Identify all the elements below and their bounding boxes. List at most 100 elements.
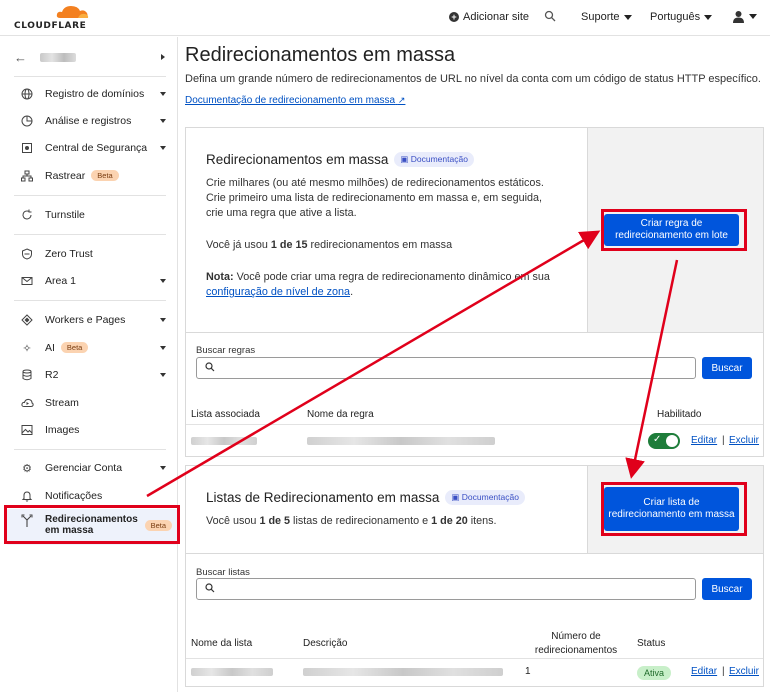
delete-list-link[interactable]: Excluir [729,666,759,677]
note-label: Nota: [206,271,234,283]
sitemap-icon [20,169,34,183]
chevron-down-icon [623,14,632,20]
check-icon: ✓ [653,434,662,445]
lists-doc-badge[interactable]: ▣ Documentação [445,490,525,505]
sidebar-item-area1[interactable]: Area 1 [0,268,178,294]
usage-prefix: Você usou [206,515,260,527]
refresh-icon [20,208,34,222]
page-title: Redirecionamentos em massa [185,44,456,66]
doc-badge-text: Documentação [410,154,468,164]
rules-heading-text: Redirecionamentos em massa [206,152,389,167]
divider [14,234,166,235]
rules-search-input[interactable] [196,357,696,379]
user-icon [733,11,744,23]
rules-note: Nota: Você pode criar uma regra de redir… [206,270,566,300]
language-label: Português [650,11,701,23]
search-button[interactable] [544,10,556,22]
page-description: Defina um grande número de redirecioname… [185,73,761,85]
zone-config-link[interactable]: configuração de nível de zona [206,286,350,298]
chevron-down-icon [160,119,166,123]
table-divider [186,424,763,425]
search-icon [205,583,215,596]
add-site-button[interactable]: + Adicionar site [449,11,529,23]
redirect-rules-card: Redirecionamentos em massa ▣ Documentação… [185,127,764,457]
cloud-stream-icon [20,396,34,410]
redirect-count-value: 1 [525,666,531,677]
globe-icon [20,87,34,101]
user-menu[interactable] [732,10,757,23]
usage-suffix: itens. [467,515,497,527]
divider [14,300,166,301]
cloudflare-logo[interactable]: CLOUDFLARE [14,5,94,31]
edit-list-link[interactable]: Editar [691,666,717,677]
sidebar-item-security-center[interactable]: Central de Segurança [0,135,178,161]
sidebar-item-text: Rastrear [45,170,86,182]
sidebar-item-domain-registration[interactable]: Registro de domínios [0,81,178,107]
items-usage-count: 1 de 20 [431,515,468,527]
chevron-down-icon [160,346,166,350]
rule-enabled-toggle[interactable]: ✓ [648,433,680,449]
column-header-enabled: Habilitado [657,409,702,420]
database-icon [20,368,34,382]
rules-doc-badge[interactable]: ▣ Documentação [394,152,474,167]
lists-search-button[interactable]: Buscar [702,578,752,600]
rules-card-heading: Redirecionamentos em massa ▣ Documentação [206,152,474,167]
rules-search-button[interactable]: Buscar [702,357,752,379]
zero-trust-icon [20,247,34,261]
lists-search-input[interactable] [196,578,696,600]
sidebar-item-label: R2 [45,369,59,381]
sidebar-item-trace[interactable]: Rastrear Beta [0,163,178,189]
usage-count: 1 de 15 [270,239,308,251]
usage-mid: listas de redirecionamento e [290,515,432,527]
lists-heading-text: Listas de Redirecionamento em massa [206,490,440,505]
chevron-down-icon [704,14,713,20]
sidebar-item-ai[interactable]: ✧ AI Beta [0,335,178,361]
list-description-redacted [303,668,503,676]
chevron-down-icon [160,146,166,150]
edit-rule-link[interactable]: Editar [691,435,717,446]
account-selector[interactable]: ← [0,48,178,68]
sidebar-item-label: Registro de domínios [45,88,145,100]
sidebar-item-r2[interactable]: R2 [0,362,178,388]
support-label: Suporte [581,11,620,23]
support-menu[interactable]: Suporte [581,11,632,23]
table-divider [186,658,763,659]
account-name-redacted [40,53,76,62]
associated-list-redacted [191,437,257,445]
sidebar-item-analytics[interactable]: Análise e registros [0,108,178,134]
beta-badge: Beta [91,170,119,181]
divider [14,195,166,196]
sidebar-item-label: Rastrear Beta [45,170,119,182]
chevron-right-icon [161,54,165,60]
sidebar-item-label: Stream [45,397,79,409]
column-header-status: Status [637,638,666,649]
chevron-down-icon [160,373,166,377]
sidebar-item-stream[interactable]: Stream [0,390,178,416]
lists-search-label: Buscar listas [196,567,250,578]
lists-usage-count: 1 de 5 [259,515,291,527]
sidebar-item-workers[interactable]: Workers e Pages [0,307,178,333]
back-arrow-icon[interactable]: ← [14,50,27,65]
bell-icon [20,489,34,503]
divider [14,76,166,77]
chevron-down-icon [160,92,166,96]
sidebar-item-manage-account[interactable]: ⚙ Gerenciar Conta [0,455,178,481]
action-separator: | [722,435,725,446]
sidebar-item-label: Zero Trust [45,248,93,260]
sidebar-item-label: Notificações [45,490,103,502]
note-text: Você pode criar uma regra de redireciona… [233,271,550,283]
sidebar-highlight-box [4,505,180,544]
sparkle-icon: ✧ [22,342,32,355]
column-header-redirect-count: Número de redirecionamentos [534,631,618,656]
delete-rule-link[interactable]: Excluir [729,435,759,446]
rule-button-highlight-box [601,209,747,251]
language-menu[interactable]: Português [650,11,713,23]
chevron-down-icon [160,466,166,470]
rule-name-redacted [307,437,495,445]
sidebar-item-images[interactable]: Images [0,417,178,443]
external-link-icon: ↗ [397,95,406,105]
sidebar-item-turnstile[interactable]: Turnstile [0,202,178,228]
documentation-link[interactable]: Documentação de redirecionamento em mass… [185,95,405,106]
sidebar-item-zero-trust[interactable]: Zero Trust [0,241,178,267]
gear-icon: ⚙ [22,462,32,475]
